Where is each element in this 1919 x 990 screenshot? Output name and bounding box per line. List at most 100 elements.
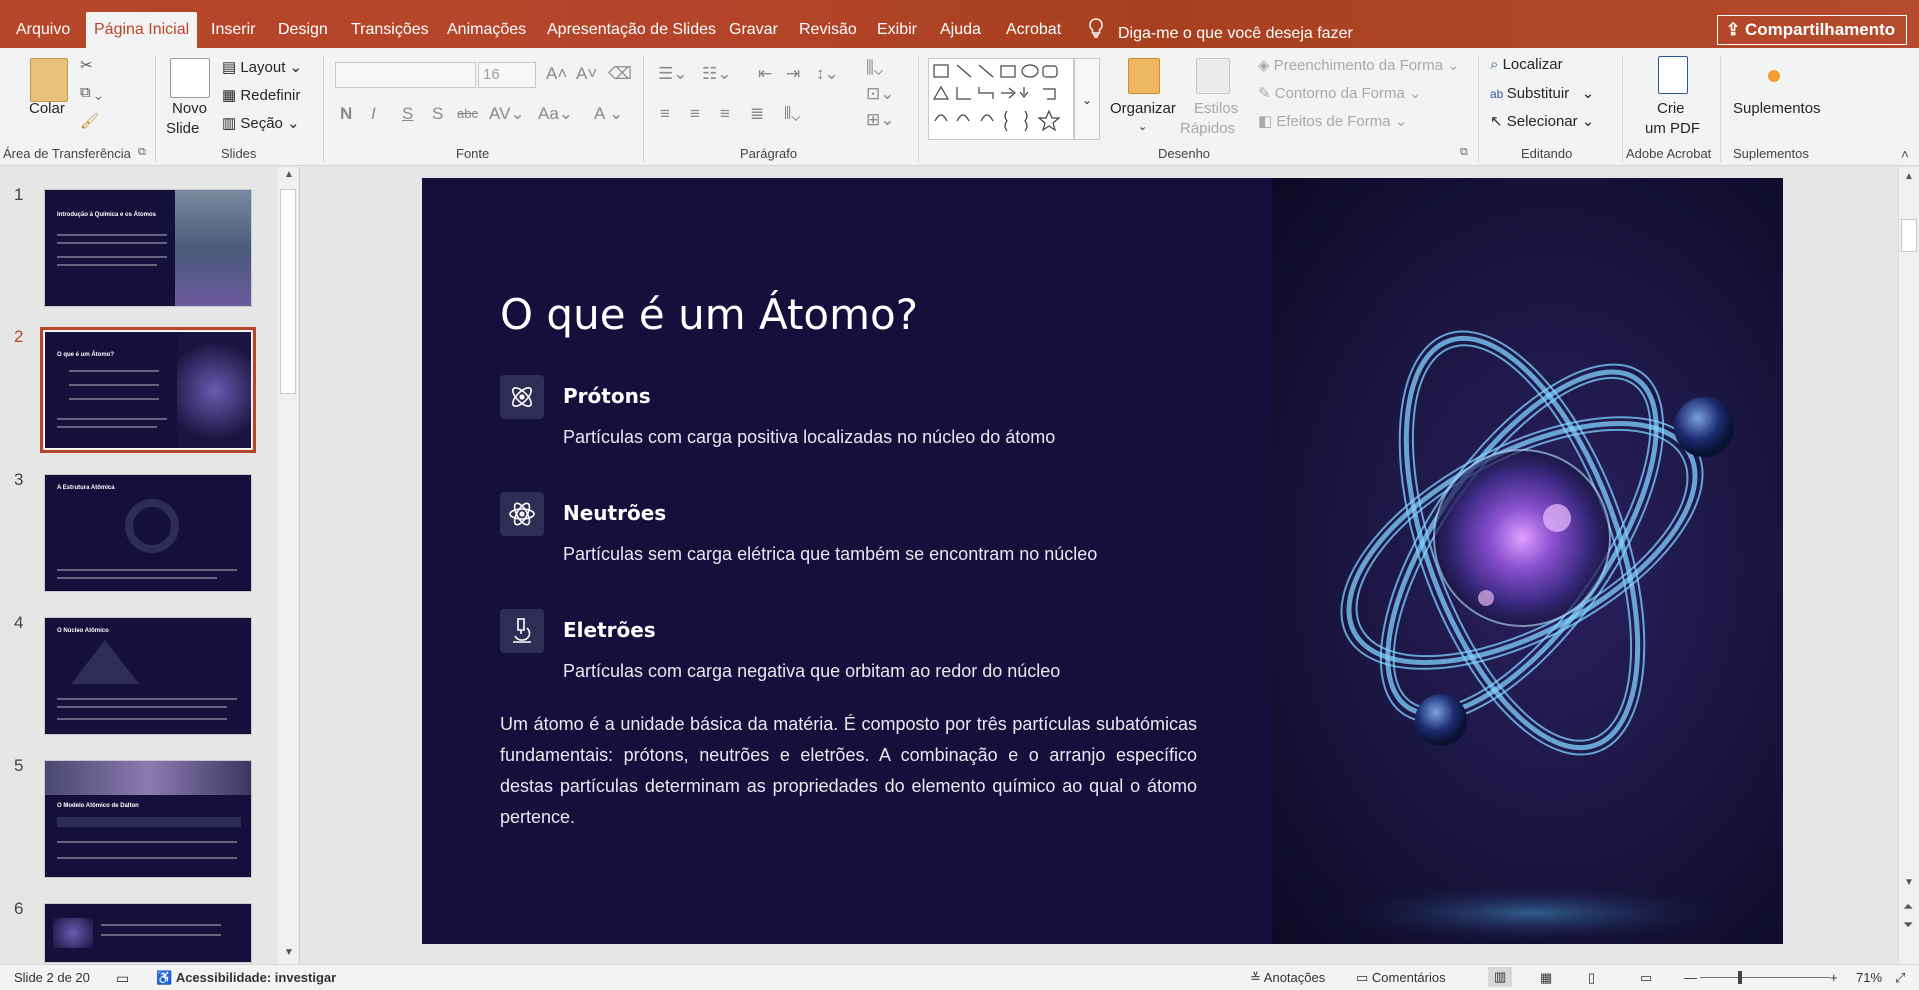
quick-styles-icon[interactable] (1196, 58, 1230, 94)
scrollbar-thumb[interactable] (1901, 219, 1917, 252)
find-button[interactable]: ⌕ Localizar (1490, 56, 1563, 73)
notes-button[interactable]: ≚ Anotações (1250, 970, 1325, 986)
normal-view-icon[interactable]: ▥ (1488, 967, 1513, 987)
decrease-indent-icon[interactable]: ⇤ (758, 64, 772, 84)
slide-thumbnail-3[interactable]: A Estrutura Atômica (44, 474, 252, 592)
clear-format-icon[interactable]: ⌫ (608, 64, 632, 84)
item-desc-neutrons[interactable]: Partículas sem carga elétrica que também… (563, 544, 1097, 565)
fit-to-window-icon[interactable]: ⤢ (1895, 970, 1905, 986)
align-text-icon[interactable]: ⊡⌄ (866, 84, 895, 104)
char-spacing-icon[interactable]: AV⌄ (489, 104, 525, 124)
tab-ajuda[interactable]: Ajuda (932, 10, 989, 48)
text-direction-icon[interactable]: ⫼⌄ (866, 58, 883, 78)
copy-icon[interactable]: ⧉ ⌄ (80, 84, 102, 101)
reset-button[interactable]: ▦ Redefinir (222, 86, 300, 104)
increase-indent-icon[interactable]: ⇥ (786, 64, 800, 84)
item-heading-electrons[interactable]: Eletrões (563, 618, 656, 642)
slide-body-text[interactable]: Um átomo é a unidade básica da matéria. … (500, 709, 1197, 833)
section-button[interactable]: ▥ Seção ⌄ (222, 114, 300, 132)
item-desc-electrons[interactable]: Partículas com carga negativa que orbita… (563, 661, 1060, 682)
accessibility-button[interactable]: ♿ Acessibilidade: investigar (156, 970, 336, 986)
spelling-icon[interactable]: ▭ (116, 970, 129, 987)
format-painter-icon[interactable]: 🖌 (80, 112, 99, 130)
smartart-icon[interactable]: ⊞⌄ (866, 110, 895, 130)
slide-sorter-icon[interactable]: ▦ (1540, 970, 1552, 986)
tab-animacoes[interactable]: Animações (439, 10, 534, 48)
tab-exibir[interactable]: Exibir (869, 10, 925, 48)
arrange-button[interactable]: Organizar (1110, 100, 1176, 117)
new-slide-icon[interactable] (170, 58, 210, 98)
slide-thumbnail-1[interactable]: Introdução à Química e os Átomos (44, 189, 252, 307)
addins-button[interactable]: Suplementos (1733, 100, 1821, 117)
zoom-slider-thumb[interactable] (1738, 971, 1742, 984)
zoom-in-button[interactable]: + (1830, 970, 1838, 985)
align-left-icon[interactable]: ≡ (660, 104, 670, 124)
shapes-gallery[interactable] (928, 58, 1074, 140)
zoom-level[interactable]: 71% (1856, 970, 1882, 985)
slide-title[interactable]: O que é um Átomo? (500, 290, 918, 339)
scroll-down-icon[interactable]: ▼ (1904, 877, 1914, 888)
tell-me-search[interactable]: Diga-me o que você deseja fazer (1088, 18, 1353, 43)
line-spacing-icon[interactable]: ↕⌄ (816, 64, 839, 84)
strikethrough-icon[interactable]: abc (457, 106, 478, 121)
new-slide-line2[interactable]: Slide (166, 120, 199, 137)
align-center-icon[interactable]: ≡ (690, 104, 700, 124)
comments-button[interactable]: ▭ Comentários (1356, 970, 1446, 986)
shape-outline-button[interactable]: ✎ Contorno da Forma ⌄ (1258, 84, 1422, 102)
next-slide-icon[interactable]: ⏷ (1903, 917, 1913, 933)
scrollbar-thumb[interactable] (280, 189, 296, 394)
font-color-icon[interactable]: A ⌄ (594, 104, 623, 124)
arrange-dropdown-icon[interactable]: ⌄ (1138, 120, 1147, 133)
tab-inserir[interactable]: Inserir (203, 10, 263, 48)
slide-canvas[interactable]: O que é um Átomo? Prótons Partículas com… (422, 178, 1783, 944)
select-button[interactable]: ↖ Selecionar ⌄ (1490, 112, 1594, 130)
scroll-up-icon[interactable]: ▲ (1904, 171, 1914, 182)
scroll-up-icon[interactable]: ▲ (284, 169, 294, 180)
tab-transicoes[interactable]: Transições (343, 10, 437, 48)
shadow-icon[interactable]: S (432, 104, 443, 124)
slideshow-icon[interactable]: ▭ (1640, 970, 1652, 986)
font-size-combo[interactable]: 16 (478, 62, 536, 88)
collapse-ribbon-icon[interactable]: ˄ (1901, 146, 1909, 162)
zoom-slider[interactable] (1700, 977, 1830, 978)
cut-icon[interactable]: ✂ (80, 56, 93, 74)
create-pdf-line1[interactable]: Crie (1657, 100, 1685, 117)
addins-icon[interactable] (1768, 70, 1780, 82)
clipboard-launcher-icon[interactable]: ⧉ (138, 146, 146, 159)
quick-styles-line2[interactable]: Rápidos (1180, 120, 1235, 137)
tab-apresentacao[interactable]: Apresentação de Slides (539, 10, 724, 48)
tab-gravar[interactable]: Gravar (721, 10, 786, 48)
font-name-combo[interactable] (335, 62, 476, 88)
item-desc-protons[interactable]: Partículas com carga positiva localizada… (563, 427, 1055, 448)
slide-scrollbar[interactable]: ▲ ▼ ⏶ ⏷ (1898, 167, 1919, 964)
quick-styles-line1[interactable]: Estilos (1194, 100, 1238, 117)
item-heading-neutrons[interactable]: Neutrões (563, 501, 666, 525)
slide-thumbnail-4[interactable]: O Núcleo Atômico (44, 617, 252, 735)
slide-thumbnail-5[interactable]: O Modelo Atômico de Dalton (44, 760, 252, 878)
tab-acrobat[interactable]: Acrobat (998, 10, 1069, 48)
bullets-icon[interactable]: ☰⌄ (658, 64, 687, 84)
shape-fill-button[interactable]: ◈ Preenchimento da Forma ⌄ (1258, 56, 1460, 74)
item-heading-protons[interactable]: Prótons (563, 384, 651, 408)
thumbnail-scrollbar[interactable]: ▲ ▼ (278, 167, 298, 964)
layout-button[interactable]: ▤ Layout ⌄ (222, 58, 302, 76)
atom-illustration[interactable] (1272, 178, 1783, 944)
paste-icon[interactable] (30, 58, 68, 102)
tab-pagina-inicial[interactable]: Página Inicial (86, 12, 198, 48)
slide-thumbnail-6[interactable] (44, 903, 252, 963)
justify-icon[interactable]: ≣ (750, 104, 764, 124)
columns-icon[interactable]: ⫴⌄ (784, 104, 800, 124)
tab-design[interactable]: Design (270, 10, 336, 48)
slide-thumbnail-2[interactable]: O que é um Átomo? (40, 327, 256, 453)
numbering-icon[interactable]: ☷⌄ (702, 64, 731, 84)
change-case-icon[interactable]: Aa⌄ (538, 104, 573, 124)
shape-effects-button[interactable]: ◧ Efeitos de Forma ⌄ (1258, 112, 1407, 130)
paste-button[interactable]: Colar (29, 100, 65, 117)
bold-icon[interactable]: N (340, 104, 352, 124)
italic-icon[interactable]: I (371, 104, 376, 124)
previous-slide-icon[interactable]: ⏶ (1903, 899, 1913, 915)
tab-revisao[interactable]: Revisão (791, 10, 865, 48)
scroll-down-icon[interactable]: ▼ (284, 947, 294, 958)
reading-view-icon[interactable]: ▯ (1588, 970, 1595, 986)
replace-button[interactable]: ab Substituir ⌄ (1490, 84, 1594, 102)
